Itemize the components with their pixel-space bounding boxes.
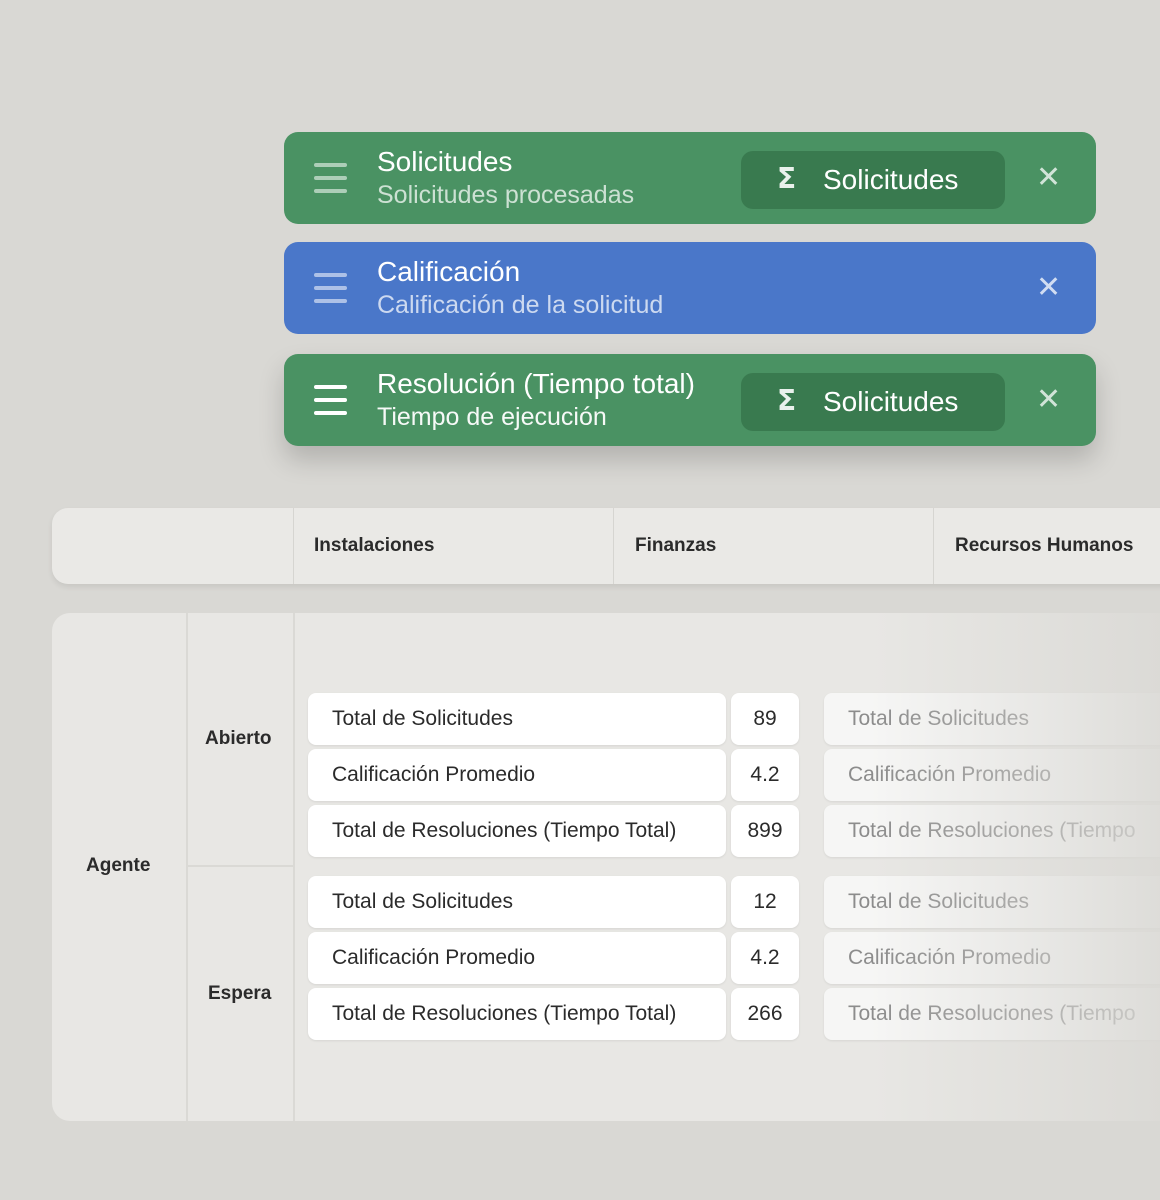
column-divider [613, 508, 614, 584]
aggregate-button[interactable]: Σ Solicitudes [741, 151, 1005, 209]
field-card-calificacion[interactable]: Calificación Calificación de la solicitu… [284, 242, 1096, 334]
field-card-resolucion[interactable]: Resolución (Tiempo total) Tiempo de ejec… [284, 354, 1096, 446]
drag-handle-icon[interactable] [314, 385, 347, 415]
metric-label-cell: Total de Solicitudes [308, 876, 726, 928]
close-icon[interactable]: ✕ [1036, 382, 1061, 418]
metric-label-cell: Calificación Promedio [308, 749, 726, 801]
field-title: Solicitudes [377, 146, 513, 177]
column-header-bar: Instalaciones Finanzas Recursos Humanos [52, 508, 1160, 584]
field-subtitle: Tiempo de ejecución [377, 403, 607, 431]
row-group-espera[interactable]: Espera [208, 983, 271, 1005]
field-subtitle: Calificación de la solicitud [377, 291, 664, 319]
metric-label-cell: Calificación Promedio [308, 932, 726, 984]
metric-value-cell: 4.2 [731, 932, 799, 984]
metric-value-cell: 89 [731, 693, 799, 745]
drag-handle-icon[interactable] [314, 273, 347, 303]
drag-handle-icon[interactable] [314, 163, 347, 193]
aggregate-label: Solicitudes [823, 164, 959, 195]
metric-label-cell-faded: Total de Resoluciones (Tiempo [824, 988, 1160, 1040]
metric-label-cell-faded: Calificación Promedio [824, 749, 1160, 801]
grid-divider [188, 865, 293, 867]
column-divider [933, 508, 934, 584]
aggregate-label: Solicitudes [823, 386, 959, 417]
metric-value-cell: 12 [731, 876, 799, 928]
grid-divider [293, 613, 295, 1121]
metric-value-cell: 899 [731, 805, 799, 857]
column-divider [293, 508, 294, 584]
pivot-grid: Agente Abierto Espera [52, 613, 1160, 1121]
close-icon[interactable]: ✕ [1036, 160, 1061, 196]
metric-label-cell-faded: Total de Solicitudes [824, 693, 1160, 745]
row-group-abierto[interactable]: Abierto [205, 728, 272, 750]
field-subtitle: Solicitudes procesadas [377, 181, 635, 209]
metric-label-cell: Total de Resoluciones (Tiempo Total) [308, 805, 726, 857]
column-header-instalaciones[interactable]: Instalaciones [314, 508, 434, 584]
sigma-icon: Σ [777, 384, 797, 417]
field-card-solicitudes[interactable]: Solicitudes Solicitudes procesadas Σ Sol… [284, 132, 1096, 224]
field-title: Resolución (Tiempo total) [377, 368, 695, 399]
sigma-icon: Σ [777, 162, 797, 195]
aggregate-button[interactable]: Σ Solicitudes [741, 373, 1005, 431]
metric-label-cell-faded: Total de Solicitudes [824, 876, 1160, 928]
field-title: Calificación [377, 256, 521, 287]
metric-label-cell-faded: Total de Resoluciones (Tiempo [824, 805, 1160, 857]
metric-value-cell: 266 [731, 988, 799, 1040]
row-header-agente[interactable]: Agente [86, 855, 150, 877]
metric-label-cell-faded: Calificación Promedio [824, 932, 1160, 984]
metric-label-cell: Total de Solicitudes [308, 693, 726, 745]
metric-label-cell: Total de Resoluciones (Tiempo Total) [308, 988, 726, 1040]
grid-divider [186, 613, 188, 1121]
close-icon[interactable]: ✕ [1036, 270, 1061, 306]
metric-value-cell: 4.2 [731, 749, 799, 801]
column-header-finanzas[interactable]: Finanzas [635, 508, 716, 584]
column-header-recursos-humanos[interactable]: Recursos Humanos [955, 508, 1133, 584]
